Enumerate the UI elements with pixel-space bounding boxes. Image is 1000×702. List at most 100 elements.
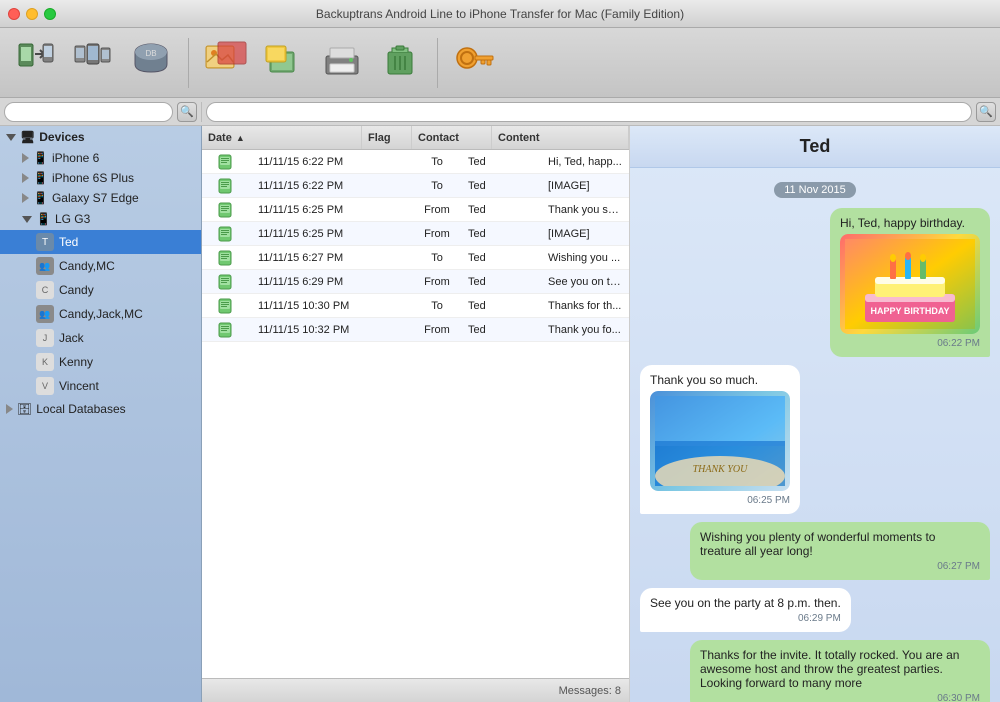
msg-time: 06:22 PM <box>840 338 980 349</box>
photos-icon <box>204 38 248 87</box>
td-flag: To <box>412 156 462 168</box>
td-contact: Ted <box>462 156 542 168</box>
table-row[interactable]: 11/11/15 10:32 PM From Ted Thank you fo.… <box>202 318 629 342</box>
td-flag: To <box>412 180 462 192</box>
td-flag: From <box>412 204 462 216</box>
sort-arrow-date: ▲ <box>236 133 245 143</box>
column-header-date[interactable]: Date ▲ <box>202 126 362 149</box>
table-row[interactable]: 11/11/15 10:30 PM To Ted Thanks for th..… <box>202 294 629 318</box>
galaxy-icon: 📱 <box>33 191 48 205</box>
toolbar-separator-1 <box>188 38 189 88</box>
trash-icon <box>380 38 420 87</box>
table-row[interactable]: 11/11/15 6:25 PM From Ted [IMAGE] <box>202 222 629 246</box>
sidebar-item-iphone6s[interactable]: 📱 iPhone 6S Plus <box>0 168 201 188</box>
td-date: 11/11/15 6:27 PM <box>252 252 412 264</box>
column-header-content[interactable]: Content <box>492 126 629 149</box>
td-contact: Ted <box>462 324 542 336</box>
close-button[interactable] <box>8 8 20 20</box>
chat-header: Ted <box>630 126 1000 168</box>
td-icon <box>202 225 252 243</box>
sidebar-search-input[interactable] <box>4 102 173 122</box>
print-button[interactable] <box>317 37 367 89</box>
candy-mc-avatar: 👥 <box>36 257 54 275</box>
devices-label: Devices <box>39 130 84 144</box>
table-body: 11/11/15 6:22 PM To Ted Hi, Ted, happ...… <box>202 150 629 678</box>
td-icon <box>202 297 252 315</box>
td-icon <box>202 321 252 339</box>
td-content: Hi, Ted, happ... <box>542 156 629 168</box>
td-date: 11/11/15 6:22 PM <box>252 180 412 192</box>
sidebar-contact-ted[interactable]: T Ted <box>0 230 201 254</box>
table-row[interactable]: 11/11/15 6:27 PM To Ted Wishing you ... <box>202 246 629 270</box>
candy-avatar: C <box>36 281 54 299</box>
td-contact: Ted <box>462 180 542 192</box>
td-icon <box>202 201 252 219</box>
sidebar-local-db[interactable]: 🗄 Local Databases <box>0 398 201 420</box>
birthday-image: HAPPY BIRTHDAY <box>840 234 980 334</box>
td-icon <box>202 273 252 291</box>
candy-jack-mc-avatar: 👥 <box>36 305 54 323</box>
sidebar-contact-jack[interactable]: J Jack <box>0 326 201 350</box>
lg-icon: 📱 <box>36 212 51 226</box>
sidebar-search-button[interactable]: 🔍 <box>177 102 197 122</box>
table-row[interactable]: 11/11/15 6:29 PM From Ted See you on th.… <box>202 270 629 294</box>
sidebar-contact-candy[interactable]: C Candy <box>0 278 201 302</box>
column-header-flag[interactable]: Flag <box>362 126 412 149</box>
local-db-triangle <box>6 404 13 414</box>
td-icon <box>202 249 252 267</box>
iphone6s-label: iPhone 6S Plus <box>52 171 134 185</box>
sidebar-devices-header[interactable]: 🖥 Devices <box>0 126 201 148</box>
minimize-button[interactable] <box>26 8 38 20</box>
jack-label: Jack <box>59 331 84 345</box>
chat-message: Wishing you plenty of wonderful moments … <box>690 522 990 580</box>
column-header-contact[interactable]: Contact <box>412 126 492 149</box>
key-icon <box>455 38 495 87</box>
kenny-label: Kenny <box>59 355 93 369</box>
table-search-button[interactable]: 🔍 <box>976 102 996 122</box>
td-content: [IMAGE] <box>542 180 629 192</box>
td-content: [IMAGE] <box>542 228 629 240</box>
msg-time: 06:30 PM <box>700 693 980 702</box>
photos-button[interactable] <box>201 37 251 89</box>
devices-icon: 🖥 <box>20 130 35 144</box>
sidebar-contact-candy-mc[interactable]: 👥 Candy,MC <box>0 254 201 278</box>
transfer-button[interactable] <box>10 37 60 89</box>
galaxy-triangle <box>22 193 29 203</box>
transfer-icon <box>15 38 55 87</box>
table-row[interactable]: 11/11/15 6:22 PM To Ted [IMAGE] <box>202 174 629 198</box>
sidebar-item-iphone6[interactable]: 📱 iPhone 6 <box>0 148 201 168</box>
trash-button[interactable] <box>375 37 425 89</box>
msg-time: 06:27 PM <box>700 561 980 572</box>
title-bar: Backuptrans Android Line to iPhone Trans… <box>0 0 1000 28</box>
sidebar-contact-vincent[interactable]: V Vincent <box>0 374 201 398</box>
sidebar-item-lg[interactable]: 📱 LG G3 <box>0 208 201 230</box>
table-row[interactable]: 11/11/15 6:22 PM To Ted Hi, Ted, happ... <box>202 150 629 174</box>
device-manager-button[interactable] <box>68 37 118 89</box>
msg-text: Hi, Ted, happy birthday. <box>840 216 980 230</box>
maximize-button[interactable] <box>44 8 56 20</box>
iphone6-icon: 📱 <box>33 151 48 165</box>
table-search: 🔍 <box>202 102 1000 122</box>
devices-triangle <box>6 134 16 141</box>
candy-label: Candy <box>59 283 94 297</box>
backup-button[interactable]: DB <box>126 37 176 89</box>
table-search-input[interactable] <box>206 102 972 122</box>
sidebar-item-galaxy[interactable]: 📱 Galaxy S7 Edge <box>0 188 201 208</box>
chat-area: Ted 11 Nov 2015Hi, Ted, happy birthday. <box>630 126 1000 702</box>
svg-text:HAPPY BIRTHDAY: HAPPY BIRTHDAY <box>870 306 949 316</box>
table-row[interactable]: 11/11/15 6:25 PM From Ted Thank you so..… <box>202 198 629 222</box>
key-button[interactable] <box>450 37 500 89</box>
td-contact: Ted <box>462 300 542 312</box>
chat-body: 11 Nov 2015Hi, Ted, happy birthday. <box>630 168 1000 702</box>
sidebar-contact-kenny[interactable]: K Kenny <box>0 350 201 374</box>
chat-message: Thank you so much. <box>640 365 800 514</box>
jack-avatar: J <box>36 329 54 347</box>
export-button[interactable] <box>259 37 309 89</box>
sidebar-contact-candy-jack-mc[interactable]: 👥 Candy,Jack,MC <box>0 302 201 326</box>
chat-message: Thanks for the invite. It totally rocked… <box>690 640 990 702</box>
table-header: Date ▲ Flag Contact Content <box>202 126 629 150</box>
td-flag: To <box>412 252 462 264</box>
lg-triangle <box>22 216 32 223</box>
toolbar: DB <box>0 28 1000 98</box>
td-flag: From <box>412 276 462 288</box>
